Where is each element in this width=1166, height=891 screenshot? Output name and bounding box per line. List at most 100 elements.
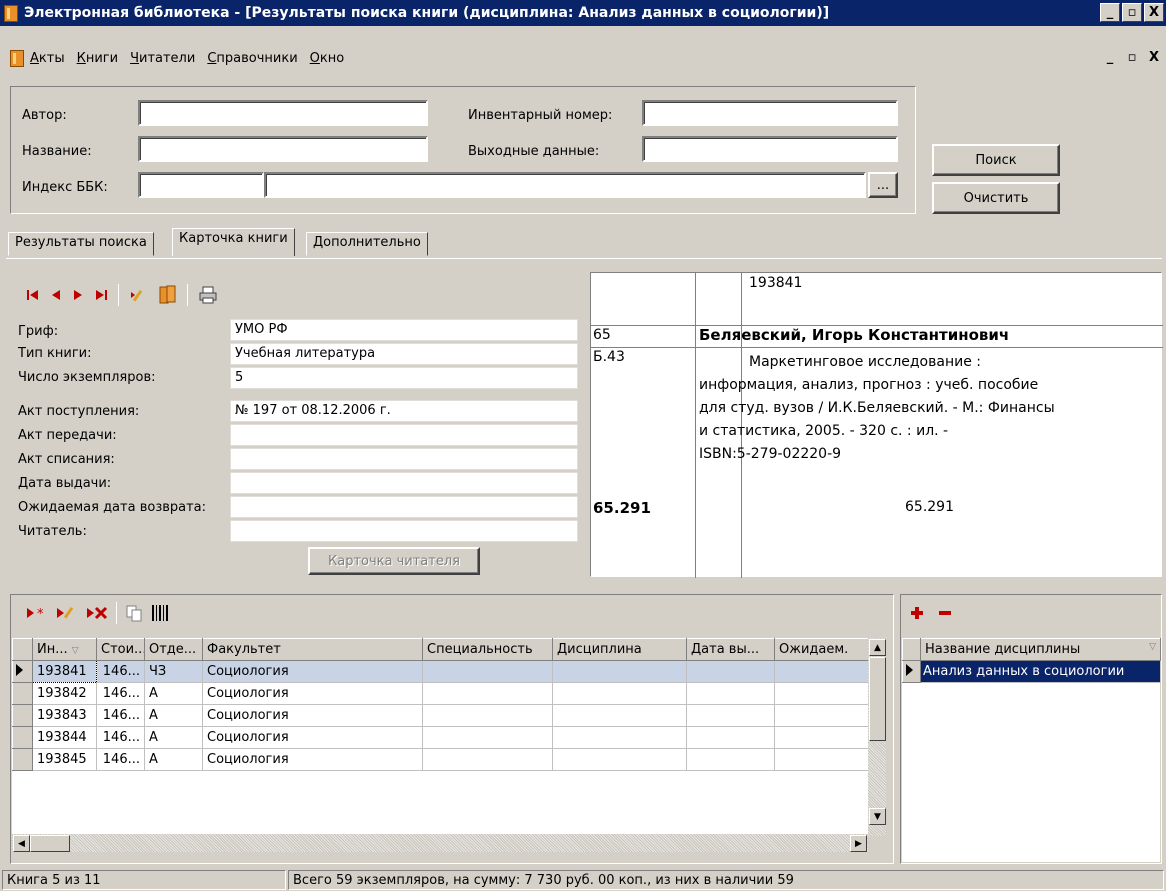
- mdi-close-icon[interactable]: X: [1144, 48, 1164, 67]
- col-discipline-header[interactable]: Дисциплина: [552, 638, 687, 661]
- cell-faculty[interactable]: Социология: [202, 726, 423, 749]
- scroll-up-icon[interactable]: ▲: [869, 639, 886, 656]
- mdi-book-icon[interactable]: [10, 49, 24, 67]
- menu-references[interactable]: Справочники: [207, 51, 297, 66]
- col-faculty-header[interactable]: Факультет: [202, 638, 423, 661]
- next-record-icon[interactable]: [72, 284, 84, 306]
- cell-inventory[interactable]: 193845: [32, 748, 97, 771]
- horizontal-scroll-thumb[interactable]: [30, 835, 70, 852]
- col-cost-header[interactable]: Стои...: [96, 638, 145, 661]
- menu-acts[interactable]: Акты: [30, 51, 65, 66]
- table-row[interactable]: 193843 146... А Социология: [12, 704, 869, 727]
- restore-icon[interactable]: ▫: [1122, 3, 1142, 22]
- title-input[interactable]: [138, 136, 428, 162]
- cell-specialty[interactable]: [422, 704, 553, 727]
- barcode-icon[interactable]: [151, 602, 169, 624]
- list-item[interactable]: Анализ данных в социологии: [902, 660, 1161, 683]
- cell-issue-date[interactable]: [686, 682, 775, 705]
- cell-faculty[interactable]: Социология: [202, 660, 423, 683]
- first-record-icon[interactable]: [26, 284, 40, 306]
- tab-search-results[interactable]: Результаты поиска: [8, 232, 154, 256]
- table-row[interactable]: 193842 146... А Социология: [12, 682, 869, 705]
- vertical-scroll-thumb[interactable]: [869, 657, 886, 741]
- cell-department[interactable]: А: [144, 748, 203, 771]
- horizontal-scrollbar[interactable]: [12, 834, 868, 852]
- cell-inventory[interactable]: 193844: [32, 726, 97, 749]
- cell-discipline[interactable]: [552, 704, 687, 727]
- cell-cost[interactable]: 146...: [96, 726, 145, 749]
- cell-discipline[interactable]: [552, 660, 687, 683]
- menu-readers[interactable]: Читатели: [130, 51, 195, 66]
- table-row[interactable]: 193845 146... А Социология: [12, 748, 869, 771]
- delete-copy-icon[interactable]: [86, 602, 108, 624]
- cell-inventory[interactable]: 193842: [32, 682, 97, 705]
- cell-issue-date[interactable]: [686, 660, 775, 683]
- edit-record-icon[interactable]: [129, 284, 149, 306]
- books-icon[interactable]: [159, 284, 177, 306]
- menu-window[interactable]: Окно: [310, 51, 345, 66]
- cell-issue-date[interactable]: [686, 704, 775, 727]
- cell-inventory[interactable]: 193843: [32, 704, 97, 727]
- close-icon[interactable]: X: [1144, 3, 1164, 22]
- bbk-text-input[interactable]: [264, 172, 866, 198]
- col-inventory-header[interactable]: Ин... ▽: [32, 638, 97, 661]
- bbk-code-input[interactable]: [138, 172, 264, 198]
- cell-faculty[interactable]: Социология: [202, 748, 423, 771]
- tab-additional[interactable]: Дополнительно: [306, 232, 428, 256]
- print-icon[interactable]: [198, 284, 218, 306]
- cell-expected-return[interactable]: [774, 660, 869, 683]
- mdi-restore-icon[interactable]: ▫: [1122, 48, 1142, 67]
- copy-icon[interactable]: [125, 602, 143, 624]
- bbk-browse-button[interactable]: ...: [868, 172, 898, 198]
- remove-discipline-icon[interactable]: [938, 602, 952, 624]
- cell-cost[interactable]: 146...: [96, 748, 145, 771]
- cell-specialty[interactable]: [422, 682, 553, 705]
- cell-faculty[interactable]: Социология: [202, 704, 423, 727]
- inventory-input[interactable]: [642, 100, 898, 126]
- add-copy-icon[interactable]: *: [26, 602, 48, 624]
- col-expected-return-header[interactable]: Ожидаем.: [774, 638, 869, 661]
- edit-copy-icon[interactable]: [56, 602, 78, 624]
- cell-expected-return[interactable]: [774, 726, 869, 749]
- search-button[interactable]: Поиск: [932, 144, 1060, 176]
- cell-expected-return[interactable]: [774, 682, 869, 705]
- cell-expected-return[interactable]: [774, 704, 869, 727]
- cell-specialty[interactable]: [422, 660, 553, 683]
- cell-discipline[interactable]: [552, 726, 687, 749]
- col-specialty-header[interactable]: Специальность: [422, 638, 553, 661]
- col-discipline-name-header[interactable]: Название дисциплины ▽: [920, 638, 1161, 661]
- scroll-left-icon[interactable]: ◀: [13, 835, 30, 852]
- cell-cost[interactable]: 146...: [96, 704, 145, 727]
- mdi-minimize-icon[interactable]: _: [1100, 48, 1120, 67]
- copies-grid[interactable]: Ин... ▽ Стои... Отде... Факультет Специа…: [12, 638, 869, 834]
- clear-button[interactable]: Очистить: [932, 182, 1060, 214]
- cell-discipline-name[interactable]: Анализ данных в социологии: [920, 660, 1161, 683]
- cell-specialty[interactable]: [422, 748, 553, 771]
- last-record-icon[interactable]: [94, 284, 108, 306]
- author-input[interactable]: [138, 100, 428, 126]
- cell-department[interactable]: А: [144, 704, 203, 727]
- cell-department[interactable]: ЧЗ: [144, 660, 203, 683]
- cell-cost[interactable]: 146...: [96, 660, 145, 683]
- cell-cost[interactable]: 146...: [96, 682, 145, 705]
- table-row[interactable]: 193841 146... ЧЗ Социология: [12, 660, 869, 683]
- cell-specialty[interactable]: [422, 726, 553, 749]
- scroll-right-icon[interactable]: ▶: [850, 835, 867, 852]
- tab-book-card[interactable]: Карточка книги: [172, 228, 295, 256]
- add-discipline-icon[interactable]: [910, 602, 924, 624]
- cell-issue-date[interactable]: [686, 726, 775, 749]
- scroll-down-icon[interactable]: ▼: [869, 808, 886, 825]
- cell-discipline[interactable]: [552, 748, 687, 771]
- col-issue-date-header[interactable]: Дата вы...: [686, 638, 775, 661]
- reader-card-button[interactable]: Карточка читателя: [308, 547, 480, 575]
- imprint-input[interactable]: [642, 136, 898, 162]
- prev-record-icon[interactable]: [50, 284, 62, 306]
- minimize-icon[interactable]: _: [1100, 3, 1120, 22]
- cell-inventory[interactable]: 193841: [32, 660, 97, 683]
- cell-department[interactable]: А: [144, 682, 203, 705]
- cell-department[interactable]: А: [144, 726, 203, 749]
- cell-issue-date[interactable]: [686, 748, 775, 771]
- table-row[interactable]: 193844 146... А Социология: [12, 726, 869, 749]
- col-department-header[interactable]: Отде...: [144, 638, 203, 661]
- cell-expected-return[interactable]: [774, 748, 869, 771]
